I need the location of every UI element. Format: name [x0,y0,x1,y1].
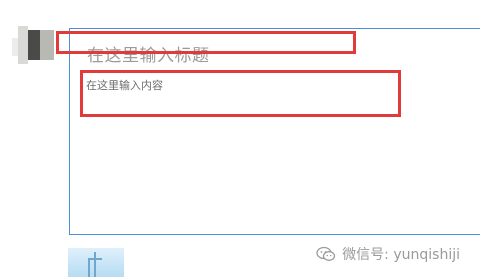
watermark-text: 微信号: yunqishiji [342,247,460,263]
avatar [12,24,58,68]
watermark: 微信号: yunqishiji [316,244,460,264]
article-editor: 在这里输入标题 在这里输入内容 [69,28,480,235]
title-highlight-box [56,31,356,54]
wechat-icon [316,246,336,261]
content-highlight-box [80,70,401,117]
image-thumbnail[interactable] [68,248,124,277]
page: 在这里输入标题 在这里输入内容 微信号: yunqishiji [0,0,480,277]
